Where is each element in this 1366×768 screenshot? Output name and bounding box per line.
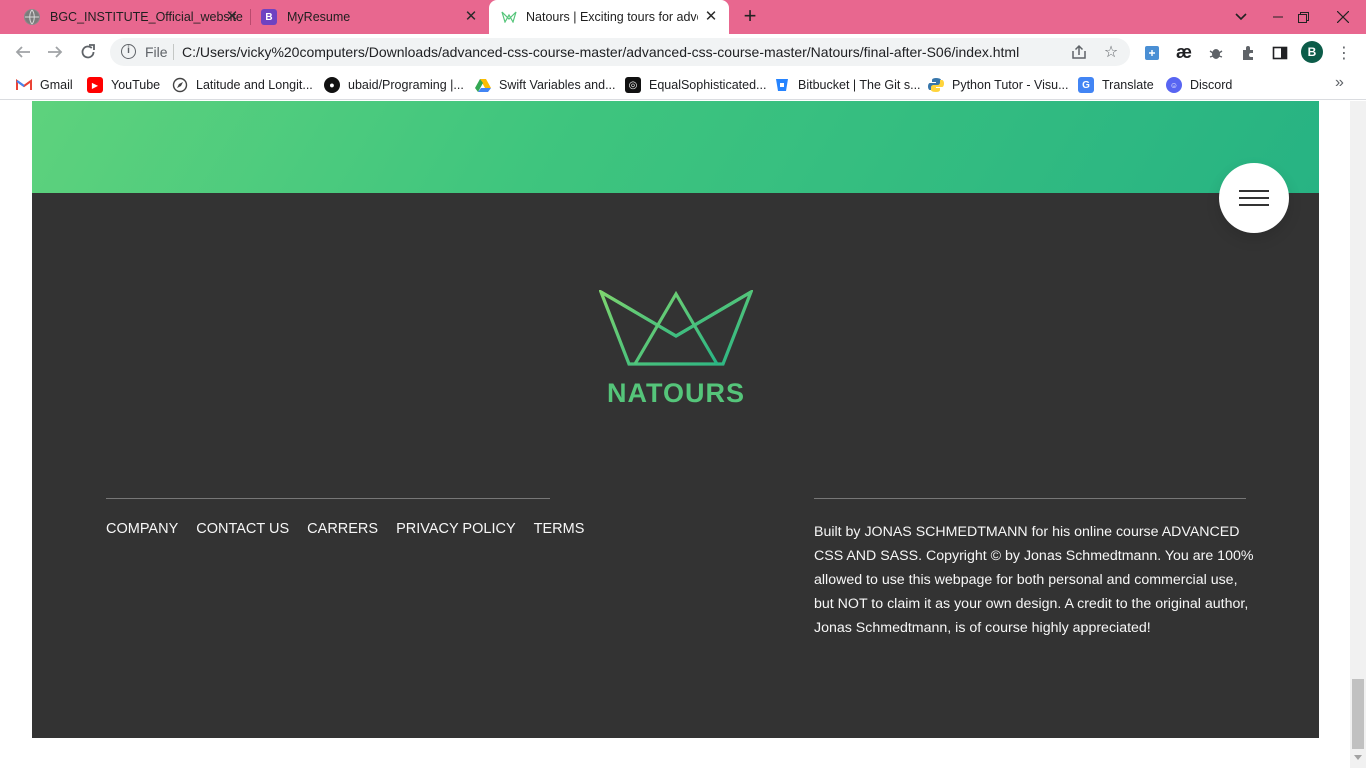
tab-title: MyResume (287, 10, 351, 24)
bug-extension-icon[interactable] (1206, 43, 1226, 63)
bookmark-label: Bitbucket | The Git s... (798, 78, 921, 92)
youtube-icon: ▶ (87, 77, 103, 93)
copyright-text: Built by JONAS SCHMEDTMANN for his onlin… (814, 524, 1254, 636)
bookmark-gmail[interactable]: Gmail (16, 76, 73, 94)
bookmark-youtube[interactable]: ▶ YouTube (87, 76, 160, 94)
codepen-icon: ◎ (625, 77, 641, 93)
page-scrollbar[interactable] (1350, 101, 1366, 768)
bootstrap-icon: B (261, 9, 277, 25)
green-section (32, 101, 1319, 193)
globe-icon (24, 9, 40, 25)
more-bookmarks-icon[interactable]: » (1335, 74, 1344, 92)
site-info-icon[interactable]: i (121, 44, 136, 59)
bookmark-github[interactable]: ● ubaid/Programing |... (324, 76, 464, 94)
bookmark-python-tutor[interactable]: Python Tutor - Visu... (928, 76, 1069, 94)
bookmark-discord[interactable]: ☺ Discord (1166, 76, 1232, 94)
footer-link-carrers[interactable]: CARRERS (307, 521, 378, 537)
bookmark-swift[interactable]: Swift Variables and... (475, 76, 616, 94)
close-tab-icon[interactable]: ✕ (703, 9, 719, 25)
address-bar[interactable]: i File C:/Users/vicky%20computers/Downlo… (110, 38, 1130, 66)
bookmark-label: Discord (1190, 78, 1233, 92)
hamburger-line (1239, 197, 1269, 199)
tab-strip: BGC_INSTITUTE_Official_website ✕ B MyRes… (0, 0, 1366, 34)
footer-link-terms[interactable]: TERMS (534, 521, 585, 537)
browser-toolbar: i File C:/Users/vicky%20computers/Downlo… (0, 34, 1366, 70)
hamburger-line (1239, 204, 1269, 206)
reload-icon[interactable] (76, 40, 100, 64)
url-text[interactable]: C:/Users/vicky%20computers/Downloads/adv… (182, 44, 1019, 60)
share-icon[interactable] (1070, 44, 1088, 62)
scheme-label: File (145, 44, 168, 60)
python-icon (928, 77, 944, 93)
tab-natours[interactable]: Natours | Exciting tours for adventurous… (489, 0, 729, 34)
tab-myresume[interactable]: B MyResume ✕ (251, 0, 489, 34)
tab-title: BGC_INSTITUTE_Official_website (50, 10, 243, 24)
divider (173, 44, 174, 60)
close-window-icon[interactable] (1319, 0, 1366, 34)
scroll-down-arrow-icon[interactable] (1354, 755, 1362, 760)
tab-search-icon[interactable] (1225, 0, 1257, 34)
profile-avatar[interactable]: B (1301, 41, 1323, 63)
brand-name: NATOURS (606, 378, 745, 408)
back-icon[interactable] (11, 40, 35, 64)
close-tab-icon[interactable]: ✕ (224, 9, 240, 25)
natours-logo-icon (599, 290, 753, 366)
extension-icon[interactable] (1142, 43, 1162, 63)
side-panel-icon[interactable] (1270, 43, 1290, 63)
forward-icon[interactable] (43, 40, 67, 64)
page-footer: NATOURS COMPANY CONTACT US CARRERS PRIVA… (32, 193, 1319, 738)
bookmarks-bar: Gmail ▶ YouTube Latitude and Longit... ●… (0, 70, 1366, 100)
drive-icon (475, 77, 491, 93)
footer-link-company[interactable]: COMPANY (106, 521, 178, 537)
bookmark-label: YouTube (111, 78, 161, 92)
restore-icon[interactable] (1287, 0, 1319, 34)
github-icon: ● (324, 77, 340, 93)
page-viewport: NATOURS COMPANY CONTACT US CARRERS PRIVA… (0, 101, 1350, 768)
bookmark-label: Python Tutor - Visu... (952, 78, 1069, 92)
footer-navigation: COMPANY CONTACT US CARRERS PRIVACY POLIC… (106, 521, 584, 537)
scrollbar-thumb[interactable] (1352, 679, 1364, 749)
bookmark-bitbucket[interactable]: Bitbucket | The Git s... (774, 76, 921, 94)
bookmark-translate[interactable]: G Translate (1078, 76, 1154, 94)
navigation-menu-button[interactable] (1219, 163, 1289, 233)
menu-dots-icon[interactable]: ⋮ (1334, 43, 1354, 63)
gmail-icon (16, 77, 32, 93)
bookmark-label: EqualSophisticated... (649, 78, 767, 92)
tab-title: Natours | Exciting tours for adventurous… (526, 10, 698, 24)
bookmark-label: Latitude and Longit... (196, 78, 313, 92)
close-tab-icon[interactable]: ✕ (463, 9, 479, 25)
compass-icon (172, 77, 188, 93)
bookmark-label: ubaid/Programing |... (348, 78, 464, 92)
footer-divider-left (106, 498, 550, 499)
bookmark-latitude[interactable]: Latitude and Longit... (172, 76, 313, 94)
tab-bgc-institute[interactable]: BGC_INSTITUTE_Official_website ✕ (12, 0, 250, 34)
bookmark-codepen[interactable]: ◎ EqualSophisticated... (625, 76, 766, 94)
bookmark-label: Swift Variables and... (499, 78, 616, 92)
bookmark-label: Gmail (40, 78, 73, 92)
bitbucket-icon (774, 77, 790, 93)
translate-icon: G (1078, 77, 1094, 93)
hamburger-line (1239, 190, 1269, 192)
footer-divider-right (814, 498, 1246, 499)
puzzle-extensions-icon[interactable] (1238, 43, 1258, 63)
footer-link-contact-us[interactable]: CONTACT US (196, 521, 289, 537)
discord-icon: ☺ (1166, 77, 1182, 93)
bookmark-star-icon[interactable]: ☆ (1102, 44, 1120, 62)
bookmark-label: Translate (1102, 78, 1154, 92)
ae-extension-icon[interactable]: æ (1174, 42, 1194, 62)
new-tab-button[interactable]: + (739, 5, 761, 28)
natours-icon (501, 9, 517, 25)
footer-link-privacy-policy[interactable]: PRIVACY POLICY (396, 521, 516, 537)
